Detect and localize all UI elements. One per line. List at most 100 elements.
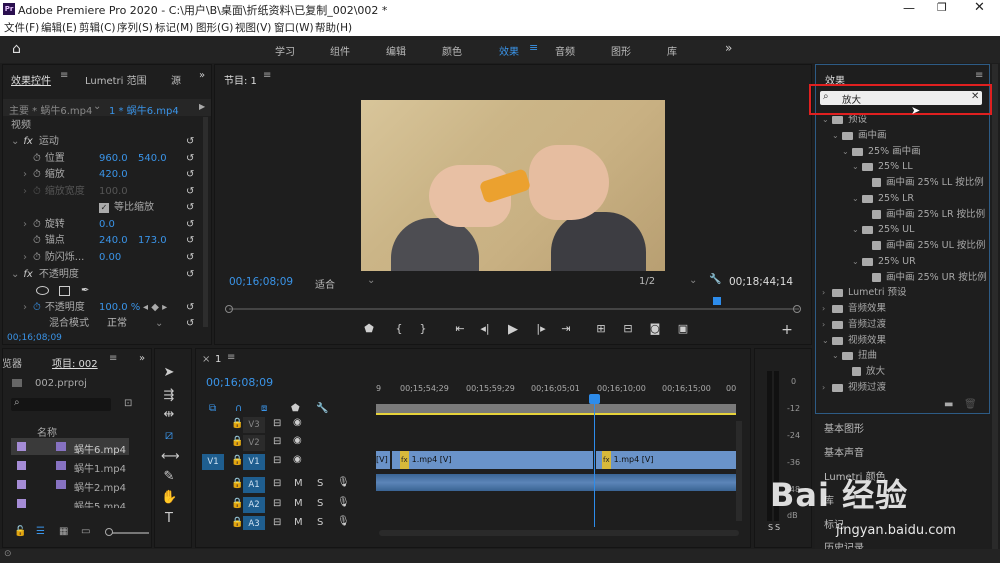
list-item[interactable]: 蜗牛2.mp4 — [11, 476, 129, 494]
track-label-v2[interactable]: V2 — [243, 435, 265, 451]
anchor-x-value[interactable]: 240.0 — [99, 233, 128, 249]
effect-tree-item[interactable]: ⌄ 扭曲 — [832, 348, 877, 364]
sequence-tab[interactable]: 1 — [215, 354, 221, 365]
motion-row[interactable]: ⌄ fx 运动 ↺ — [3, 134, 194, 150]
clip-a1[interactable] — [376, 474, 736, 491]
solo-button[interactable]: S — [317, 478, 323, 489]
close-button[interactable]: ✕ — [974, 0, 985, 15]
stopwatch-icon[interactable]: ⏱ — [33, 235, 41, 246]
list-item[interactable]: 蜗牛6.mp4 — [11, 438, 129, 456]
panel-menu-icon[interactable]: ≡ — [227, 352, 235, 363]
panel-menu-icon[interactable]: ≡ — [263, 70, 271, 81]
clip-v1-b[interactable]: fx 1.mp4 [V] — [392, 451, 593, 469]
trash-icon[interactable]: 🗑 — [964, 399, 977, 410]
mute-button[interactable]: M — [294, 478, 303, 489]
new-bin-icon[interactable]: ⊡ — [124, 398, 132, 409]
reset-icon[interactable]: ↺ — [186, 316, 194, 332]
zoom-scroll-right[interactable] — [793, 305, 801, 313]
effect-tree-item[interactable]: ⌄ 25% UR — [852, 254, 916, 270]
anchor-y-value[interactable]: 173.0 — [138, 233, 167, 249]
panel-essential-graphics[interactable]: 基本图形 — [824, 420, 864, 435]
opacity-group-row[interactable]: ⌄ fx 不透明度 ↺ — [3, 267, 203, 283]
effect-tree-item[interactable]: 画中画 25% UL 按比例 — [872, 238, 985, 254]
effect-tree-item[interactable]: › 音频效果 — [822, 301, 886, 317]
mark-out-icon[interactable]: } — [415, 322, 431, 335]
mute-button[interactable]: M — [294, 498, 303, 509]
solo-button[interactable]: S — [317, 498, 323, 509]
workspace-assembly[interactable]: 组件 — [330, 43, 350, 58]
clip-v1-a[interactable]: [V] — [376, 451, 390, 469]
expand-icon[interactable]: » — [199, 70, 205, 81]
list-item[interactable]: 蜗牛5.mp4 — [11, 495, 129, 508]
track-select-icon[interactable]: ⇶ — [161, 388, 177, 404]
stopwatch-icon[interactable]: ⏱ — [33, 302, 41, 313]
stopwatch-icon[interactable]: ⏱ — [33, 153, 41, 164]
workspace-audio[interactable]: 音频 — [555, 43, 575, 58]
menu-help[interactable]: 帮助(H) — [315, 20, 352, 35]
sync-icon[interactable]: ⊟ — [273, 455, 281, 466]
effect-tree-item[interactable]: 画中画 25% UR 按比例 — [872, 270, 987, 286]
effect-tree-item[interactable]: ⌄ 视频效果 — [822, 333, 886, 349]
ripple-edit-icon[interactable]: ⇹ — [161, 407, 177, 423]
settings-wrench-icon[interactable]: 🔧 — [316, 403, 328, 414]
tab-effect-controls[interactable]: 效果控件 — [11, 72, 51, 87]
menu-window[interactable]: 窗口(W) — [274, 20, 314, 35]
overflow-icon[interactable]: » — [725, 41, 732, 55]
meter-solo-left[interactable]: S — [768, 523, 773, 532]
maximize-button[interactable]: ❐ — [937, 1, 947, 14]
lock-icon[interactable]: 🔒 — [231, 478, 243, 489]
sync-icon[interactable]: ⊟ — [273, 517, 281, 528]
nest-icon[interactable]: ⧉ — [209, 403, 216, 414]
uniform-scale-checkbox[interactable]: ✓ — [99, 203, 109, 213]
lock-icon[interactable]: 🔒 — [231, 418, 243, 429]
snap-icon[interactable]: ∩ — [235, 403, 242, 414]
reset-icon[interactable]: ↺ — [186, 267, 194, 283]
reset-icon[interactable]: ↺ — [186, 233, 194, 249]
reset-icon[interactable]: ↺ — [186, 184, 194, 200]
effect-tree-item[interactable]: ⌄ 25% 画中画 — [842, 144, 921, 160]
zoom-scroll-left[interactable] — [225, 305, 233, 313]
timeline-h-scrollbar[interactable] — [379, 530, 739, 536]
rectangle-mask-icon[interactable] — [59, 286, 70, 296]
reset-icon[interactable]: ↺ — [186, 300, 194, 316]
lock-icon[interactable]: 🔒 — [231, 498, 243, 509]
resolution-dropdown[interactable]: 1/2 — [639, 276, 655, 287]
menu-sequence[interactable]: 序列(S) — [117, 20, 153, 35]
mic-icon[interactable]: 🎙 — [337, 516, 350, 527]
tab-media-browser[interactable]: 览器 — [2, 355, 22, 370]
program-monitor-title[interactable]: 节目: 1 — [224, 72, 257, 87]
stopwatch-icon[interactable]: ⏱ — [33, 169, 41, 180]
reset-icon[interactable]: ↺ — [186, 250, 194, 266]
tab-source[interactable]: 源 — [171, 72, 181, 87]
compare-icon[interactable]: ▣ — [675, 322, 691, 335]
marker-icon[interactable]: ⬟ — [361, 322, 377, 335]
track-label-v1[interactable]: V1 — [243, 454, 265, 470]
lift-icon[interactable]: ⊞ — [593, 322, 609, 335]
position-x-value[interactable]: 960.0 — [99, 151, 128, 167]
eye-icon[interactable]: ◉ — [293, 435, 302, 446]
reset-icon[interactable]: ↺ — [186, 167, 194, 183]
pen-tool-icon[interactable]: ✎ — [161, 469, 177, 485]
position-y-value[interactable]: 540.0 — [138, 151, 167, 167]
track-label-v3[interactable]: V3 — [243, 417, 265, 433]
mute-button[interactable]: M — [294, 517, 303, 528]
razor-tool-icon[interactable]: ⧄ — [161, 428, 177, 444]
effect-tree-item[interactable]: › 视频过渡 — [822, 380, 886, 396]
reset-icon[interactable]: ↺ — [186, 151, 194, 167]
ec-scrollbar[interactable] — [203, 117, 208, 327]
rotation-value[interactable]: 0.0 — [99, 217, 115, 233]
track-label-a3[interactable]: A3 — [243, 516, 265, 530]
minimize-button[interactable]: — — [903, 1, 915, 15]
eye-icon[interactable]: ◉ — [293, 417, 302, 428]
playhead-marker[interactable] — [713, 297, 721, 305]
project-search-input[interactable]: ⌕ — [11, 397, 111, 411]
lock-icon[interactable]: 🔒 — [231, 455, 243, 466]
sync-icon[interactable]: ⊟ — [273, 478, 281, 489]
program-timecode[interactable]: 00;16;08;09 — [229, 276, 293, 288]
tab-lumetri-scopes[interactable]: Lumetri 范围 — [85, 72, 147, 87]
right-scrollbar[interactable] — [992, 64, 998, 559]
fit-dropdown[interactable]: 适合 — [315, 276, 335, 291]
tab-project[interactable]: 项目: 002 — [52, 355, 98, 370]
playhead-handle[interactable] — [589, 394, 600, 404]
expand-icon[interactable]: » — [139, 353, 145, 364]
